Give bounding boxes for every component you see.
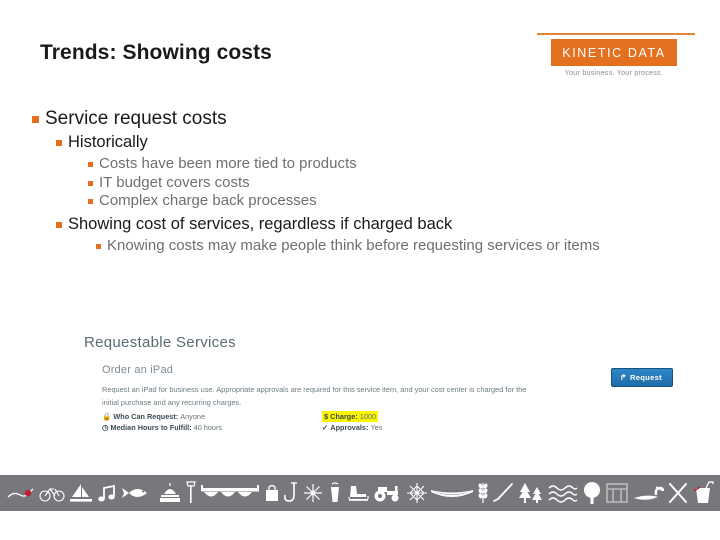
meta-value: Yes (370, 423, 383, 432)
tractor-icon (373, 483, 403, 503)
fish-icon (121, 484, 155, 502)
meta-who-can-request: 🔒 Who Can Request: Anyone (102, 412, 322, 421)
clock-icon: ◷ (102, 423, 109, 432)
list-item: Showing cost of services, regardless if … (56, 215, 672, 234)
check-icon: ✓ (322, 423, 329, 432)
coffee-cup-icon (327, 482, 343, 504)
brand-logo: KINETIC DATA Your business. Your process… (537, 33, 695, 77)
tree-icon (581, 481, 603, 505)
capitol-dome-icon (158, 482, 182, 504)
request-button-label: Request (629, 373, 662, 382)
table-row: 🔒 Who Can Request: Anyone $ Charge: 1000 (102, 411, 562, 422)
square-bullet-icon (88, 199, 93, 205)
list-item: Complex charge back processes (88, 192, 672, 210)
meta-approvals: ✓ Approvals: Yes (322, 423, 542, 432)
list-item: IT budget covers costs (88, 174, 672, 192)
square-bullet-icon (56, 221, 62, 228)
page-title: Trends: Showing costs (40, 41, 272, 64)
meta-label: Approvals: (330, 423, 369, 432)
square-bullet-icon (32, 116, 39, 123)
arrow-right-icon: ↱ (619, 373, 627, 382)
service-item-meta: 🔒 Who Can Request: Anyone $ Charge: 1000 ◷… (102, 411, 562, 434)
hockey-stick-icon (492, 482, 514, 504)
square-bullet-icon (56, 140, 62, 147)
fishing-lure-icon (6, 483, 36, 503)
canoe-icon (430, 486, 474, 500)
fireworks-icon (302, 482, 324, 504)
list-item-label: Complex charge back processes (99, 192, 317, 210)
request-button[interactable]: ↱ Request (610, 368, 673, 387)
meta-value: 40 hours (193, 423, 223, 432)
meta-charge: $ Charge: 1000 (322, 411, 542, 422)
service-item-description: Request an iPad for business use. Approp… (102, 385, 527, 407)
requestable-services-heading: Requestable Services (84, 334, 236, 351)
footer-icon-band (0, 475, 720, 511)
skis-icon (667, 482, 689, 504)
meta-value: 1000 (359, 412, 377, 421)
wheat-icon (477, 481, 489, 505)
ice-skate-icon (346, 483, 370, 503)
meta-label: Median Hours to Fulfill: (110, 423, 192, 432)
handbag-icon (263, 483, 281, 503)
list-item: Knowing costs may make people think befo… (96, 237, 626, 255)
list-item-label: Costs have been more tied to products (99, 154, 357, 172)
service-item-title: Order an iPad (102, 364, 174, 376)
square-bullet-icon (88, 161, 93, 167)
list-item-label: Showing cost of services, regardless if … (68, 214, 453, 233)
list-item-label: IT budget covers costs (99, 173, 250, 191)
logo-box: KINETIC DATA (551, 39, 677, 66)
meta-median-hours: ◷ Median Hours to Fulfill: 40 hours (102, 423, 322, 432)
list-item-label: Knowing costs may make people think befo… (107, 237, 600, 255)
list-item: Service request costs (32, 108, 672, 130)
embedded-screenshot: Requestable Services Order an iPad Reque… (80, 326, 680, 454)
square-bullet-icon (88, 180, 93, 186)
bridge-arch-icon (605, 482, 629, 504)
list-item-label: Historically (68, 133, 148, 152)
dollar-icon: $ (324, 412, 329, 421)
meta-label: Who Can Request: (113, 412, 179, 421)
loon-icon (632, 483, 665, 503)
meta-value: Anyone (180, 412, 205, 421)
square-bullet-icon (96, 244, 101, 250)
logo-rule (537, 33, 695, 35)
snowflake-icon (406, 482, 428, 504)
bridge-icon (200, 484, 260, 502)
waves-icon (548, 483, 578, 503)
bicycle-icon (39, 483, 65, 503)
logo-name: KINETIC DATA (562, 45, 666, 60)
sailboat-icon (68, 482, 94, 504)
bullet-list: Service request costs Historically Costs… (32, 108, 672, 256)
pine-trees-icon (517, 481, 545, 505)
lock-icon: 🔒 (102, 412, 112, 421)
drink-cup-icon (692, 481, 714, 505)
list-item: Historically (56, 133, 672, 152)
meta-label: Charge: (330, 412, 358, 421)
list-item-label: Service request costs (45, 108, 227, 129)
logo-tagline: Your business. Your process. (564, 70, 664, 77)
table-row: ◷ Median Hours to Fulfill: 40 hours ✓ Appr… (102, 423, 562, 432)
lamp-post-icon (185, 481, 197, 505)
list-item: Costs have been more tied to products (88, 155, 672, 173)
fish-hook-icon (283, 482, 299, 504)
music-note-icon (96, 483, 118, 503)
